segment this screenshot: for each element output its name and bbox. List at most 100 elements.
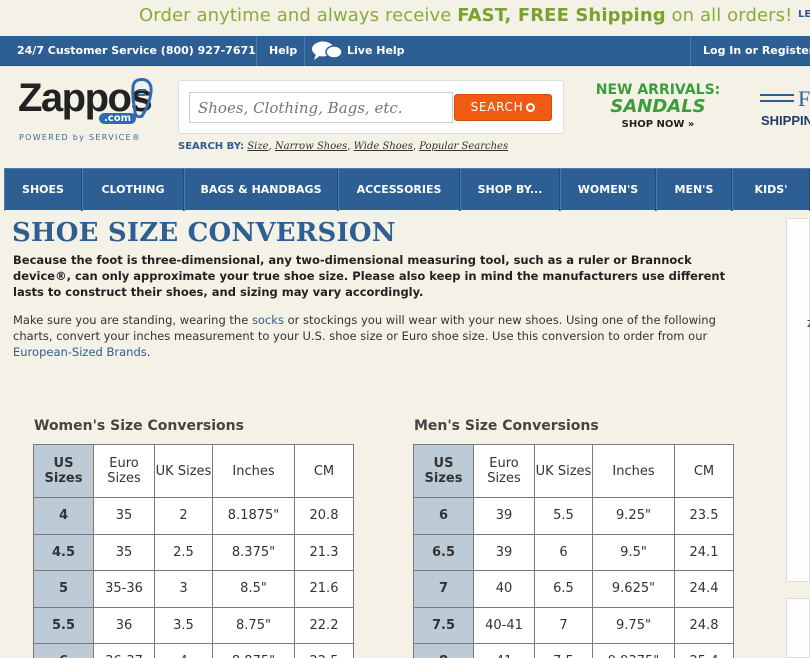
login-register-link[interactable]: Log In or Register bbox=[703, 36, 810, 66]
promo-right-letter: F bbox=[798, 86, 810, 111]
euro-size: 39 bbox=[473, 533, 535, 571]
us-size: 6 bbox=[33, 643, 94, 658]
european-brands-link[interactable]: European-Sized Brands bbox=[13, 345, 147, 359]
cm: 25.4 bbox=[674, 643, 734, 658]
nav-womens[interactable]: WOMEN'S bbox=[560, 169, 656, 211]
inches: 8.375" bbox=[212, 533, 295, 571]
cm: 23.5 bbox=[674, 497, 734, 535]
col-header-us: US Sizes bbox=[413, 444, 474, 498]
search-by-links: SEARCH BY: Size, Narrow Shoes, Wide Shoe… bbox=[178, 141, 509, 152]
uk-size: 7.5 bbox=[534, 643, 593, 658]
mens-table-title: Men's Size Conversions bbox=[414, 418, 599, 434]
us-size: 4 bbox=[33, 497, 94, 535]
socks-link[interactable]: socks bbox=[252, 313, 284, 327]
uk-size: 5.5 bbox=[534, 497, 593, 535]
uk-size: 4 bbox=[154, 643, 213, 658]
nav-kids[interactable]: KIDS' bbox=[732, 169, 810, 211]
intro-disclaimer: Because the foot is three-dimensional, a… bbox=[13, 253, 726, 299]
cm: 21.3 bbox=[294, 533, 354, 571]
euro-size: 36-37 bbox=[93, 643, 155, 658]
us-size: 5 bbox=[33, 570, 94, 608]
search-by-popular-link[interactable]: Popular Searches bbox=[419, 141, 508, 152]
nav-accessories[interactable]: ACCESSORIES bbox=[338, 169, 460, 211]
col-header-euro: Euro Sizes bbox=[473, 444, 535, 498]
table-header-row: US Sizes Euro Sizes UK Sizes Inches CM bbox=[33, 444, 354, 498]
promo-banner: Order anytime and always receive FAST, F… bbox=[0, 0, 810, 36]
inches: 8.1875" bbox=[212, 497, 295, 535]
promo-text[interactable]: Order anytime and always receive FAST, F… bbox=[139, 5, 792, 26]
chat-bubble-icon[interactable] bbox=[310, 40, 344, 62]
table-row: 6 39 5.5 9.25" 23.5 bbox=[413, 497, 734, 535]
divider bbox=[256, 36, 257, 66]
intro-text-1: Make sure you are standing, wearing the bbox=[13, 313, 252, 327]
promo-edge-text[interactable]: LE bbox=[798, 9, 810, 20]
search-by-narrow-link[interactable]: Narrow Shoes bbox=[275, 141, 347, 152]
col-header-inches: Inches bbox=[212, 444, 295, 498]
table-row: 5 35-36 3 8.5" 21.6 bbox=[33, 570, 354, 608]
uk-size: 2.5 bbox=[154, 533, 213, 571]
womens-table-title: Women's Size Conversions bbox=[34, 418, 244, 434]
us-size: 7 bbox=[413, 570, 474, 608]
table-row: 5.5 36 3.5 8.75" 22.2 bbox=[33, 606, 354, 644]
us-size: 7.5 bbox=[413, 606, 474, 644]
page-title: SHOE SIZE CONVERSION bbox=[12, 218, 396, 248]
euro-size: 40 bbox=[473, 570, 535, 608]
cm: 22.2 bbox=[294, 606, 354, 644]
col-header-uk: UK Sizes bbox=[534, 444, 593, 498]
inches: 8.5" bbox=[212, 570, 295, 608]
search-button-label: SEARCH bbox=[470, 100, 524, 114]
nav-mens[interactable]: MEN'S bbox=[656, 169, 732, 211]
euro-size: 41 bbox=[473, 643, 535, 658]
arrivals-category: SANDALS bbox=[610, 96, 706, 117]
mens-size-table: US Sizes Euro Sizes UK Sizes Inches CM 6… bbox=[413, 444, 734, 658]
help-link[interactable]: Help bbox=[269, 36, 297, 66]
euro-size: 35-36 bbox=[93, 570, 155, 608]
uk-size: 3 bbox=[154, 570, 213, 608]
col-header-cm: CM bbox=[674, 444, 734, 498]
customer-service-text: 24/7 Customer Service (800) 927-7671 bbox=[17, 44, 256, 57]
table-row: 7 40 6.5 9.625" 24.4 bbox=[413, 570, 734, 608]
search-input[interactable] bbox=[189, 92, 453, 123]
euro-size: 35 bbox=[93, 533, 155, 571]
table-header-row: US Sizes Euro Sizes UK Sizes Inches CM bbox=[413, 444, 734, 498]
us-size: 6 bbox=[413, 497, 474, 535]
cm: 20.8 bbox=[294, 497, 354, 535]
new-arrivals-promo[interactable]: NEW ARRIVALS: SANDALS SHOP NOW » bbox=[590, 82, 726, 130]
main-content: SHOE SIZE CONVERSION Because the foot is… bbox=[0, 210, 810, 658]
col-header-us: US Sizes bbox=[33, 444, 94, 498]
divider bbox=[304, 36, 305, 66]
inches: 9.9375" bbox=[592, 643, 675, 658]
inches: 9.625" bbox=[592, 570, 675, 608]
col-header-uk: UK Sizes bbox=[154, 444, 213, 498]
uk-size: 3.5 bbox=[154, 606, 213, 644]
nav-shoes[interactable]: SHOES bbox=[4, 169, 82, 211]
shop-now-link[interactable]: SHOP NOW » bbox=[590, 119, 726, 130]
euro-size: 36 bbox=[93, 606, 155, 644]
us-size: 6.5 bbox=[413, 533, 474, 571]
us-size: 4.5 bbox=[33, 533, 94, 571]
free-shipping-promo[interactable]: F SHIPPIN bbox=[760, 86, 810, 136]
us-size: 5.5 bbox=[33, 606, 94, 644]
col-header-cm: CM bbox=[294, 444, 354, 498]
euro-size: 39 bbox=[473, 497, 535, 535]
search-button[interactable]: SEARCH bbox=[454, 94, 552, 121]
cm: 24.8 bbox=[674, 606, 734, 644]
uk-size: 7 bbox=[534, 606, 593, 644]
nav-clothing[interactable]: CLOTHING bbox=[82, 169, 184, 211]
nav-bags-handbags[interactable]: BAGS & HANDBAGS bbox=[184, 169, 338, 211]
main-nav: SHOES CLOTHING BAGS & HANDBAGS ACCESSORI… bbox=[4, 168, 810, 211]
search-by-size-link[interactable]: Size bbox=[247, 141, 268, 152]
col-header-euro: Euro Sizes bbox=[93, 444, 155, 498]
inches: 9.25" bbox=[592, 497, 675, 535]
search-by-wide-link[interactable]: Wide Shoes bbox=[354, 141, 413, 152]
promo-prefix: Order anytime and always receive bbox=[139, 5, 458, 26]
uk-size: 6.5 bbox=[534, 570, 593, 608]
live-help-link[interactable]: Live Help bbox=[347, 36, 405, 66]
decorative-lines bbox=[760, 94, 794, 106]
cm: 24.4 bbox=[674, 570, 734, 608]
nav-shop-by[interactable]: SHOP BY... bbox=[460, 169, 560, 211]
side-panel-lower bbox=[786, 598, 810, 658]
zappos-logo[interactable]: Zappos .com POWERED by SERVICE® bbox=[18, 76, 153, 142]
table-row: 8 41 7.5 9.9375" 25.4 bbox=[413, 643, 734, 658]
cm: 21.6 bbox=[294, 570, 354, 608]
